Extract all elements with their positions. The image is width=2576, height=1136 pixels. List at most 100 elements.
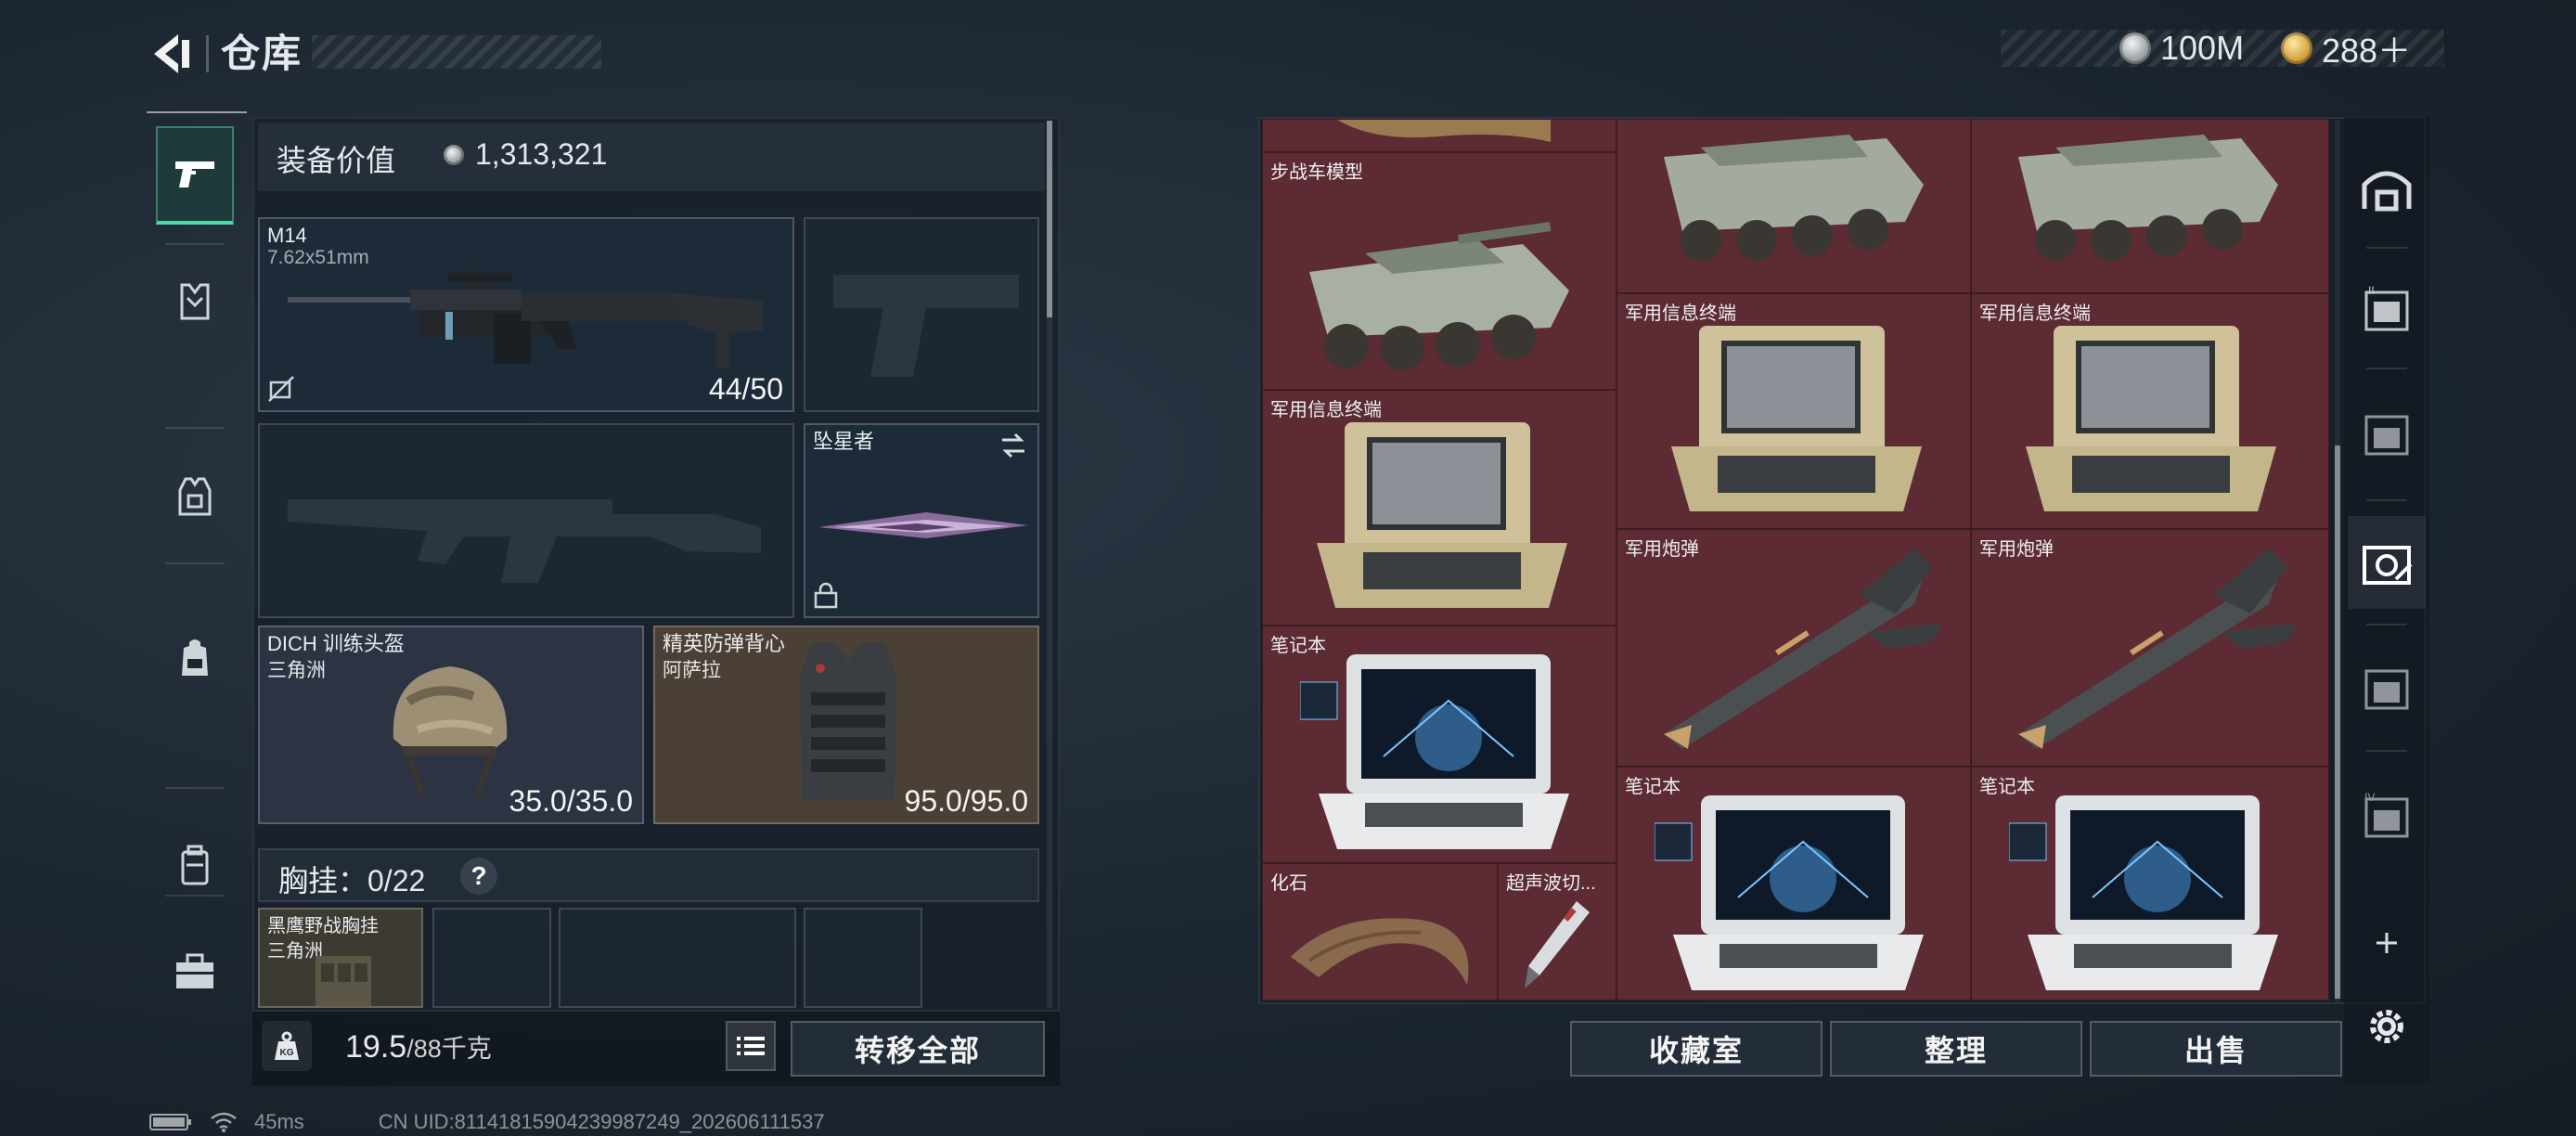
- laptop-image: [2009, 795, 2278, 990]
- storage-page-3-icon: [2364, 415, 2409, 456]
- terminal-case-image: [2026, 326, 2276, 511]
- collection-room-button[interactable]: 收藏室: [1570, 1021, 1823, 1077]
- weight-capacity: /88千克: [406, 1035, 492, 1063]
- swap-icon[interactable]: [998, 432, 1028, 458]
- storage-tab-4-active[interactable]: [2348, 516, 2426, 609]
- battery-icon: [149, 1114, 191, 1130]
- equipment-scroll-thumb[interactable]: [1047, 121, 1052, 317]
- equipment-value-amount: 1,313,321: [475, 137, 608, 171]
- storage-item-military-terminal[interactable]: 军用信息终端: [1971, 293, 2329, 529]
- chest-rig-label: 胸挂：0/22: [278, 864, 426, 897]
- ifv-model-image: [1664, 135, 1924, 261]
- m14-rifle-image: [288, 269, 763, 368]
- weight-icon: KG: [262, 1021, 312, 1071]
- armor-slot[interactable]: 精英防弹背心 阿萨拉 95.0/95.0: [653, 626, 1039, 824]
- fossil-claw-image: [1291, 918, 1469, 985]
- nav-item-briefcase[interactable]: [156, 923, 234, 1021]
- status-footer: 45ms CN UID:81141815904239987249_2026061…: [148, 1110, 825, 1134]
- pistol-icon: [175, 161, 214, 187]
- helmet-image: [393, 666, 508, 796]
- list-view-button[interactable]: [726, 1021, 776, 1071]
- chest-rig-item-slot[interactable]: 黑鹰野战胸挂 三角洲: [258, 908, 423, 1008]
- uid-readout: CN UID:81141815904239987249_202606111537: [378, 1110, 825, 1133]
- silver-currency[interactable]: 100M: [2119, 28, 2244, 69]
- pistol-silhouette-icon: [833, 275, 1019, 377]
- melee-weapon-slot[interactable]: 坠星者: [804, 423, 1039, 618]
- nav-item-helmet-armor[interactable]: [156, 252, 234, 351]
- artillery-shell-image: [1664, 549, 1942, 749]
- storage-page-active-icon: [2363, 546, 2413, 585]
- back-button[interactable]: [144, 26, 200, 82]
- laptop-image: [1655, 795, 1924, 990]
- chest-rig-slot-empty[interactable]: [432, 908, 551, 1008]
- storage-item-military-terminal[interactable]: 军用信息终端: [1616, 293, 1971, 529]
- storage-item-military-terminal[interactable]: 军用信息终端: [1262, 390, 1616, 626]
- left-nav: [147, 113, 247, 1060]
- melee-blade-image: [818, 512, 1028, 538]
- storage-cell-partial[interactable]: [1262, 119, 1616, 152]
- chest-rig-item-name: 黑鹰野战胸挂: [267, 916, 379, 936]
- helmet-origin: 三角洲: [267, 660, 326, 681]
- chest-rig-slot-empty[interactable]: [804, 908, 922, 1008]
- storage-tab-5[interactable]: [2348, 640, 2426, 733]
- storage-item-ifv-model[interactable]: 步战车模型: [1262, 152, 1616, 390]
- back-arrow-icon: [154, 34, 189, 73]
- storage-page-2-icon: II: [2364, 284, 2409, 331]
- gold-currency[interactable]: 288＋: [2281, 28, 2411, 70]
- storage-tab-3[interactable]: [2348, 386, 2426, 479]
- primary-weapon-slot[interactable]: M14 7.62x51mm 44/50: [258, 217, 794, 412]
- title-separator: [206, 35, 209, 72]
- ping-readout: 45ms: [254, 1110, 304, 1133]
- tab-divider: [2366, 247, 2407, 249]
- nav-divider: [165, 427, 225, 429]
- storage-item-ultrasonic-cutter[interactable]: 超声波切...: [1498, 863, 1616, 1000]
- item-top-partial-image: [1337, 120, 1551, 142]
- nav-divider: [165, 562, 225, 564]
- storage-tab-home[interactable]: [2348, 143, 2426, 236]
- sort-button[interactable]: 整理: [1830, 1021, 2082, 1077]
- storage-tab-2[interactable]: II: [2348, 262, 2426, 355]
- equipment-value-label: 装备价值: [277, 144, 396, 177]
- help-icon[interactable]: ?: [460, 858, 497, 895]
- helmet-durability: 35.0/35.0: [509, 784, 633, 818]
- title-decoration: [312, 35, 601, 69]
- settings-gear-icon: [2370, 1010, 2403, 1043]
- laptop-image: [1300, 654, 1569, 849]
- secondary-weapon-slot-empty[interactable]: [258, 423, 794, 618]
- melee-name: 坠星者: [813, 430, 875, 453]
- briefcase-icon: [176, 953, 213, 988]
- terminal-case-image: [1317, 422, 1567, 608]
- settings-button[interactable]: [2348, 982, 2426, 1071]
- ultrasonic-cutter-image: [1525, 901, 1590, 988]
- terminal-case-image: [1671, 326, 1922, 511]
- silver-coin-icon: [444, 144, 464, 165]
- storage-cell-ifv-partial[interactable]: [1616, 119, 1971, 293]
- nav-divider: [165, 895, 225, 897]
- storage-item-military-shell[interactable]: 军用炮弹: [1971, 529, 2329, 767]
- helmet-slot[interactable]: DICH 训练头盔 三角洲 35.0/35.0: [258, 626, 644, 824]
- nav-divider: [165, 243, 225, 245]
- nav-item-pouch[interactable]: [156, 817, 234, 915]
- nav-item-vest[interactable]: [156, 447, 234, 546]
- nav-item-weapons[interactable]: [156, 126, 234, 225]
- vest-icon: [178, 477, 212, 516]
- artillery-shell-image: [2018, 549, 2297, 749]
- storage-item-laptop[interactable]: 笔记本: [1971, 767, 2329, 1000]
- storage-item-fossil[interactable]: 化石: [1262, 863, 1498, 1000]
- sell-button[interactable]: 出售: [2090, 1021, 2342, 1077]
- storage-item-laptop[interactable]: 笔记本: [1262, 626, 1616, 863]
- storage-scroll-thumb[interactable]: [2335, 445, 2340, 999]
- storage-item-laptop[interactable]: 笔记本: [1616, 767, 1971, 1000]
- transfer-all-button[interactable]: 转移全部: [791, 1021, 1045, 1077]
- nav-item-backpack[interactable]: [156, 609, 234, 707]
- storage-cell-ifv-partial[interactable]: [1971, 119, 2329, 293]
- chest-rig-image: [316, 956, 371, 1006]
- add-storage-tab-button[interactable]: [2348, 897, 2426, 989]
- pistol-slot-empty[interactable]: [804, 217, 1039, 412]
- chest-rig-slot-empty[interactable]: [559, 908, 796, 1008]
- storage-tab-6[interactable]: IV: [2348, 768, 2426, 861]
- weapon-name: M14: [267, 224, 307, 247]
- silver-amount: 100M: [2160, 29, 2245, 67]
- armor-name: 精英防弹背心: [663, 632, 786, 655]
- storage-item-military-shell[interactable]: 军用炮弹: [1616, 529, 1971, 767]
